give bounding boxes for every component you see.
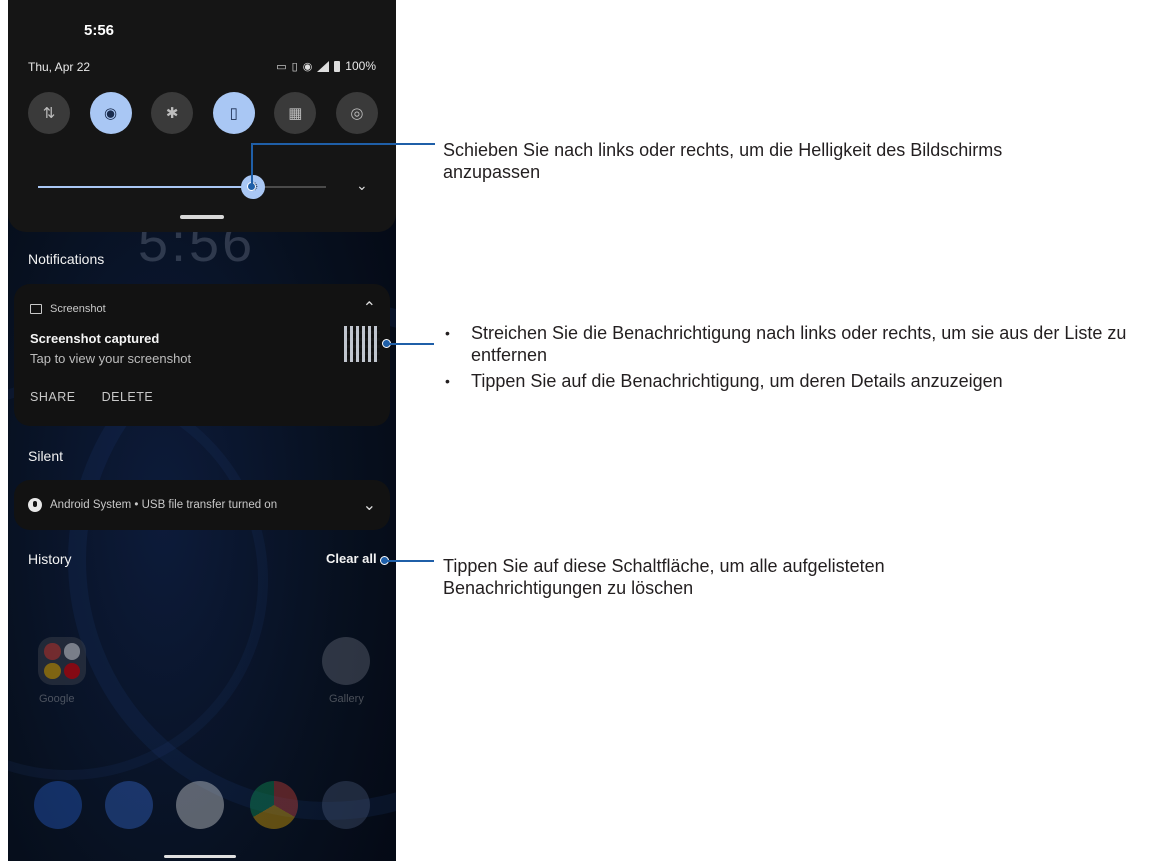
brightness-fill <box>38 186 252 188</box>
image-icon <box>30 304 42 314</box>
bluetooth-icon: ✱ <box>165 105 179 122</box>
status-icons: ▭ ▯ ◉ 100% <box>276 59 376 73</box>
qr-code-tile[interactable]: ▦ <box>274 92 317 134</box>
camera-app-icon <box>322 781 370 829</box>
android-system-icon <box>28 498 42 512</box>
vibrate-icon: ▯ <box>229 105 238 122</box>
notification-text: Android System • USB file transfer turne… <box>50 499 278 511</box>
vibrate-icon: ▯ <box>291 60 298 73</box>
panel-drag-handle[interactable] <box>180 215 224 219</box>
history-heading: History <box>28 551 72 567</box>
folder-label: Google <box>39 693 75 705</box>
notification-subtitle: Tap to view your screenshot <box>30 351 192 366</box>
callout-line <box>251 143 253 187</box>
share-button[interactable]: SHARE <box>30 390 76 404</box>
screenshot-notification[interactable]: Screenshot ⌃ Screenshot captured Tap to … <box>14 284 390 426</box>
hotspot-icon: ◎ <box>350 105 364 122</box>
silent-heading: Silent <box>28 448 64 464</box>
mobile-data-icon: ⇅ <box>42 105 56 122</box>
hotspot-tile[interactable]: ◎ <box>335 92 378 134</box>
wifi-icon: ◉ <box>104 105 118 122</box>
chevron-down-icon[interactable]: ⌄ <box>356 177 368 194</box>
notification-title: Screenshot captured <box>30 331 160 346</box>
delete-button[interactable]: DELETE <box>102 390 154 404</box>
battery-icon <box>334 60 341 72</box>
clear-all-button[interactable]: Clear all <box>326 551 377 566</box>
vibrate-tile[interactable]: ▯ <box>212 92 255 134</box>
clear-all-annotation: Tippen Sie auf diese Schaltfläche, um al… <box>443 556 885 598</box>
gallery-label: Gallery <box>329 693 364 705</box>
android-system-notification[interactable]: Android System • USB file transfer turne… <box>14 480 390 530</box>
gmail-icon <box>63 643 80 660</box>
brightness-annotation: Schieben Sie nach links oder rechts, um … <box>443 140 1003 182</box>
notifications-heading: Notifications <box>28 251 105 267</box>
chevron-up-icon[interactable]: ⌃ <box>363 298 376 318</box>
qr-code-icon: ▦ <box>288 105 303 122</box>
notification-annotation-list: Streichen Sie die Benachrichtigung nach … <box>443 322 1159 392</box>
signal-icon <box>317 60 330 72</box>
wifi-tile[interactable]: ◉ <box>89 92 132 134</box>
maps-icon <box>44 662 61 679</box>
status-date: Thu, Apr 22 <box>28 60 91 74</box>
screenshot-thumbnail[interactable] <box>344 326 380 362</box>
google-icon <box>44 643 61 660</box>
chevron-down-icon[interactable]: ⌄ <box>363 495 376 515</box>
bluetooth-tile[interactable]: ✱ <box>151 92 194 134</box>
nfc-icon: ▭ <box>276 60 287 73</box>
gesture-nav-bar[interactable] <box>164 855 236 858</box>
notification-actions: SHARE DELETE <box>30 390 153 404</box>
notification-app-name: Screenshot <box>50 303 106 315</box>
youtube-icon <box>63 662 80 679</box>
google-folder-icon <box>38 637 86 685</box>
callout-line <box>251 143 435 145</box>
notification-app-row: Screenshot <box>30 303 106 315</box>
quick-settings-tiles: ⇅ ◉ ✱ ▯ ▦ ◎ <box>28 92 378 134</box>
battery-percent: 100% <box>345 59 376 73</box>
callout-line <box>388 343 434 345</box>
phone-app-icon <box>34 781 82 829</box>
brightness-slider[interactable]: ✹ <box>38 175 326 199</box>
annotation-bullet: Tippen Sie auf die Benachrichtigung, um … <box>443 370 1159 392</box>
status-time: 5:56 <box>84 22 115 39</box>
chrome-icon <box>250 781 298 829</box>
phone-screen: 5:56 5:56 Thu, Apr 22 ▭ ▯ ◉ 100% ⇅ ◉ ✱ ▯… <box>8 0 396 861</box>
play-store-icon <box>176 781 224 829</box>
annotation-bullet: Streichen Sie die Benachrichtigung nach … <box>443 322 1159 366</box>
wifi-icon: ◉ <box>302 60 313 73</box>
notification-app-row: Android System • USB file transfer turne… <box>28 498 277 512</box>
mobile-data-tile[interactable]: ⇅ <box>28 92 70 134</box>
gallery-icon <box>322 637 370 685</box>
messages-app-icon <box>105 781 153 829</box>
callout-line <box>386 560 434 562</box>
quick-settings-panel: 5:56 Thu, Apr 22 ▭ ▯ ◉ 100% ⇅ ◉ ✱ ▯ ▦ ◎ … <box>8 0 396 232</box>
